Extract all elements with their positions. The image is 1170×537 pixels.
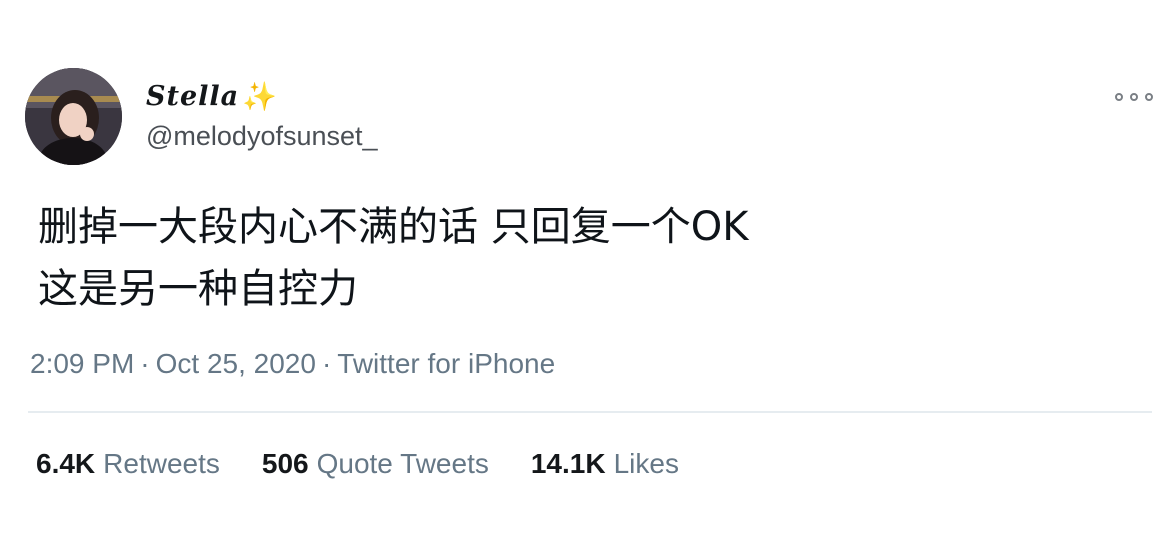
engagement-stats: 6.4K Retweets 506 Quote Tweets 14.1K Lik…: [36, 446, 679, 482]
avatar[interactable]: [25, 68, 122, 165]
retweets-stat[interactable]: 6.4K Retweets: [36, 446, 220, 482]
more-dot: [1130, 93, 1138, 101]
more-dot: [1115, 93, 1123, 101]
meta-separator: ·: [140, 348, 150, 379]
tweet-date[interactable]: Oct 25, 2020: [156, 348, 316, 379]
display-name-text: Stella: [146, 81, 240, 112]
quote-tweets-stat[interactable]: 506 Quote Tweets: [262, 446, 489, 482]
quote-tweets-count: 506: [261, 448, 309, 479]
tweet-text: 删掉一大段内心不满的话 只回复一个OK 这是另一种自控力: [38, 204, 749, 312]
tweet-source[interactable]: Twitter for iPhone: [337, 348, 555, 379]
display-name[interactable]: Stella ✨: [146, 80, 278, 114]
more-options-icon[interactable]: [1115, 90, 1153, 104]
likes-count: 14.1K: [530, 448, 606, 479]
retweets-count: 6.4K: [36, 448, 96, 479]
sparkle-icon: ✨: [242, 80, 279, 113]
more-dot: [1145, 93, 1153, 101]
tweet-card: Stella ✨ @melodyofsunset_ 删掉一大段内心不满的话 只回…: [0, 0, 1170, 537]
quote-tweets-label: Quote Tweets: [316, 448, 489, 479]
likes-stat[interactable]: 14.1K Likes: [531, 446, 679, 482]
meta-separator: ·: [321, 348, 332, 379]
retweets-label: Retweets: [103, 448, 220, 479]
divider: [28, 411, 1152, 413]
user-handle[interactable]: @melodyofsunset_: [146, 120, 378, 152]
tweet-meta: 2:09 PM · Oct 25, 2020 · Twitter for iPhone: [30, 346, 555, 382]
likes-label: Likes: [613, 448, 679, 479]
tweet-time[interactable]: 2:09 PM: [30, 348, 134, 379]
